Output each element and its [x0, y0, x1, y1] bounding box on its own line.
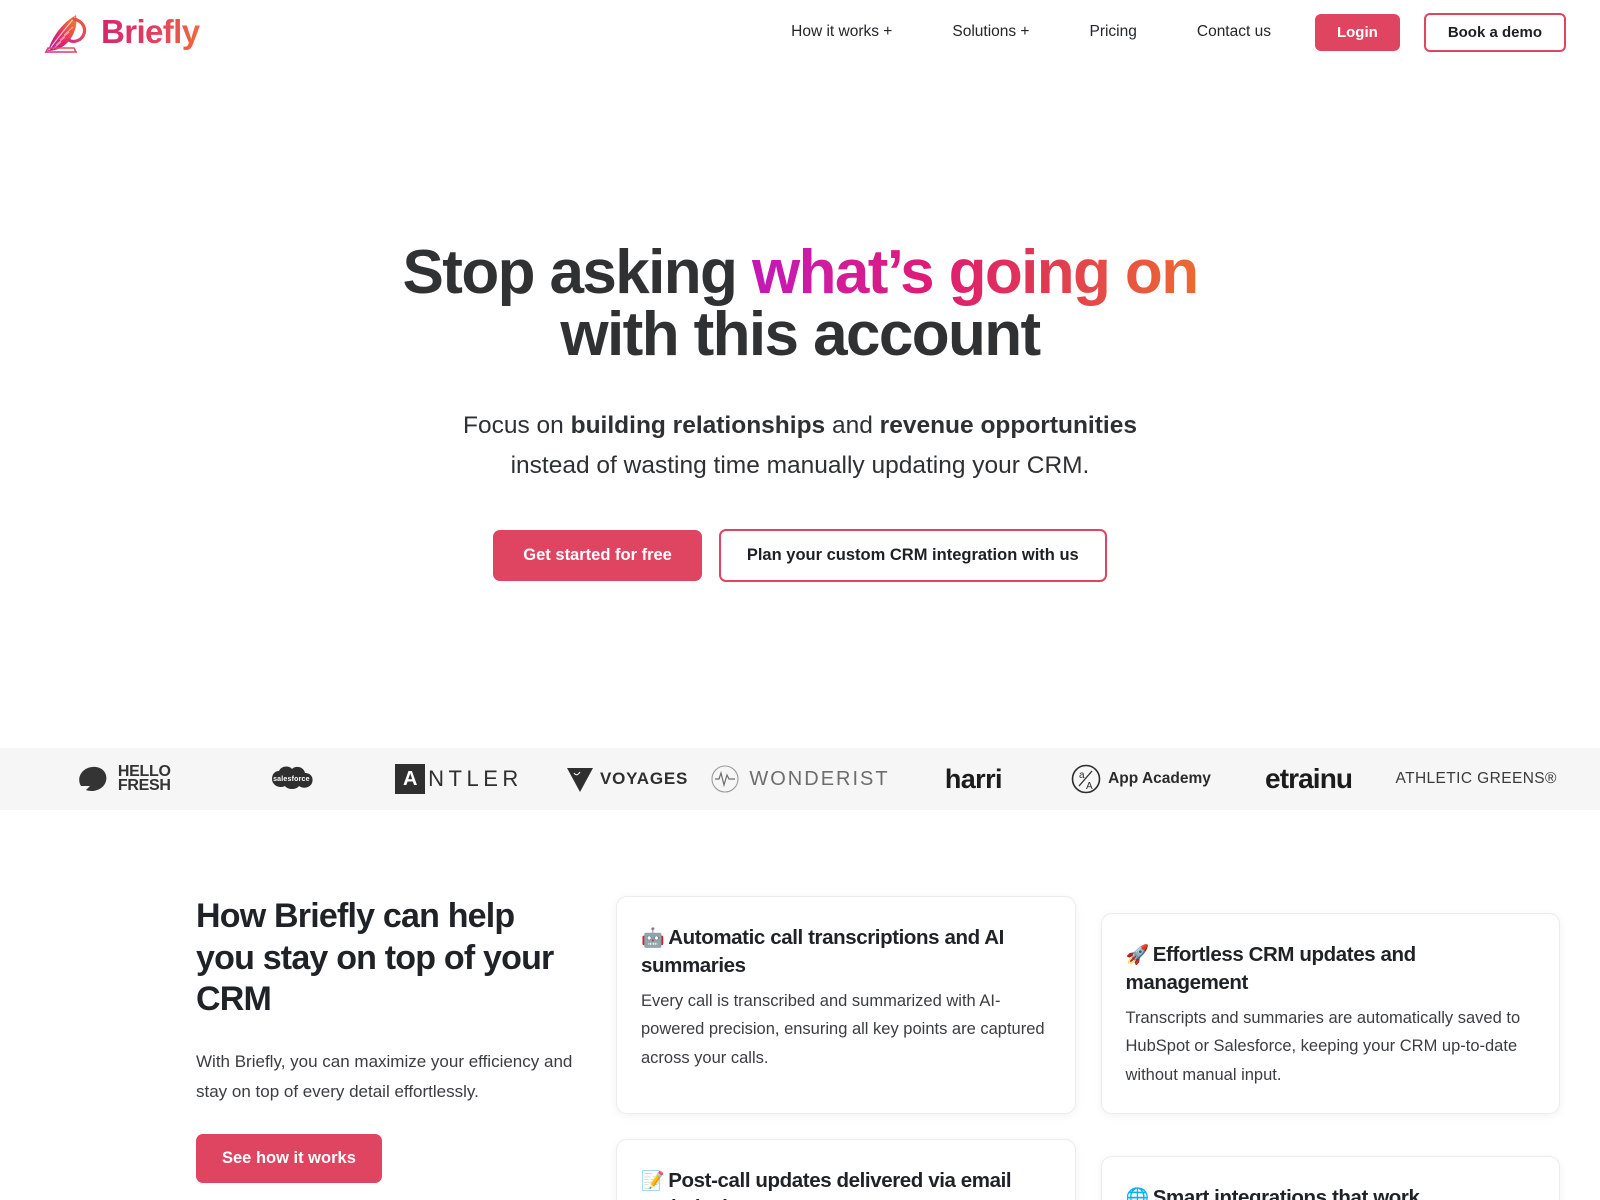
antler-mark: A: [395, 764, 426, 795]
how-section-description: With Briefly, you can maximize your effi…: [196, 1051, 573, 1101]
hero-section: Stop asking what’s going on with this ac…: [0, 64, 1600, 583]
app-academy-wordmark: App Academy: [1108, 770, 1211, 788]
customer-logo-strip: HELLO FRESH salesforce A NTLER VOYAGES W…: [0, 748, 1600, 811]
feature-card[interactable]: 📝Post-call updates delivered via email a…: [616, 1139, 1076, 1200]
hero-subheadline: Focus on building relationships and reve…: [0, 406, 1600, 485]
etrainu-wordmark: etrainu: [1265, 763, 1353, 795]
svg-text:A: A: [1086, 781, 1093, 792]
feature-card[interactable]: 🤖 Automatic call transcriptions and AI su…: [616, 896, 1076, 1115]
feature-card-body: Every call is transcribed and summarized…: [641, 991, 1045, 1067]
feather-quill-book-icon: [44, 15, 87, 53]
see-how-it-works-button[interactable]: See how it works: [196, 1134, 382, 1184]
get-started-button[interactable]: Get started for free: [493, 530, 702, 582]
globe-emoji: 🌐: [1125, 1188, 1150, 1200]
hero-sub-bold-2: revenue opportunities: [879, 412, 1137, 439]
how-section-title: How Briefly can help you stay on top of …: [196, 897, 554, 1019]
hero-headline-part2: with this account: [560, 300, 1041, 369]
antler-wordmark: NTLER: [428, 766, 523, 792]
feature-card-title: 🤖 Automatic call transcriptions and AI su…: [641, 924, 1051, 979]
wonderist-wordmark: WONDERIST: [749, 767, 890, 790]
memo-emoji: 📝: [641, 1171, 665, 1193]
hero-sub-c: instead of wasting time manually updatin…: [510, 451, 1090, 479]
nav-link-pricing[interactable]: Pricing: [1059, 15, 1166, 49]
harri-wordmark: harri: [944, 763, 1003, 794]
pulse-circle-icon: [711, 765, 739, 793]
lemon-icon: [79, 767, 107, 792]
site-header: Briefly How it works + Solutions + Prici…: [0, 0, 1600, 64]
salesforce-wordmark: salesforce: [273, 775, 310, 783]
nav-link-contact-us[interactable]: Contact us: [1167, 15, 1301, 49]
feature-card-title-text: Smart integrations that work: [1152, 1186, 1420, 1200]
hellofresh-wordmark: HELLO FRESH: [117, 762, 171, 795]
feature-card-title: 📝Post-call updates delivered via email a…: [641, 1167, 1051, 1200]
feature-card-grid: 🤖 Automatic call transcriptions and AI su…: [616, 896, 1560, 1200]
brand-logo[interactable]: Briefly: [40, 7, 200, 57]
feature-card[interactable]: 🚀 Effortless CRM updates and management T…: [1100, 913, 1560, 1115]
brand-name: Briefly: [101, 13, 200, 50]
hellofresh-logo: HELLO FRESH: [40, 762, 208, 795]
book-a-demo-button[interactable]: Book a demo: [1423, 12, 1566, 52]
feature-card[interactable]: 🌐 Smart integrations that work: [1100, 1156, 1560, 1200]
feature-card-title-text: Automatic call transcriptions and AI sum…: [641, 926, 1004, 977]
hero-cta-group: Get started for free Plan your custom CR…: [0, 529, 1600, 583]
antler-logo: A NTLER: [375, 764, 543, 795]
how-briefly-helps-section: How Briefly can help you stay on top of …: [0, 810, 1600, 1200]
nav-link-how-it-works[interactable]: How it works +: [761, 15, 922, 49]
feature-card-title-text: Post-call updates delivered via email an…: [641, 1169, 1012, 1200]
athletic-greens-logo: ATHLETIC GREENS®: [1392, 770, 1560, 788]
voyages-wordmark: VOYAGES: [600, 769, 689, 789]
athletic-greens-wordmark: ATHLETIC GREENS®: [1395, 770, 1557, 788]
wonderist-logo: WONDERIST: [710, 764, 889, 794]
feature-card-title: 🚀 Effortless CRM updates and management: [1126, 941, 1536, 996]
login-button[interactable]: Login: [1314, 13, 1400, 51]
virgin-triangle-icon: [567, 768, 594, 793]
robot-emoji: 🤖: [641, 928, 665, 950]
hero-headline-gradient: what’s going on: [751, 238, 1199, 307]
hero-sub-a: Focus on: [463, 412, 571, 439]
how-section-copy: How Briefly can help you stay on top of …: [196, 896, 590, 1184]
hero-sub-b: and: [825, 412, 880, 439]
feature-card-body: Transcripts and summaries are automatica…: [1125, 1008, 1521, 1084]
salesforce-logo: salesforce: [208, 762, 376, 796]
hero-headline: Stop asking what’s going on with this ac…: [310, 242, 1290, 366]
virgin-voyages-logo: VOYAGES: [543, 764, 711, 794]
rocket-emoji: 🚀: [1125, 945, 1150, 967]
app-academy-mark-icon: a A: [1071, 765, 1101, 794]
nav-link-solutions[interactable]: Solutions +: [922, 15, 1059, 49]
plan-crm-integration-button[interactable]: Plan your custom CRM integration with us: [718, 529, 1107, 583]
app-academy-logo: a A App Academy: [1057, 764, 1225, 794]
hero-sub-bold-1: building relationships: [570, 412, 826, 439]
feature-card-title: 🌐 Smart integrations that work: [1126, 1184, 1536, 1200]
feature-card-title-text: Effortless CRM updates and management: [1125, 943, 1417, 994]
etrainu-logo: etrainu: [1225, 763, 1393, 795]
harri-logo: harri: [890, 764, 1058, 795]
main-navigation: How it works + Solutions + Pricing Conta…: [761, 12, 1566, 52]
hero-headline-part1: Stop asking: [402, 238, 752, 307]
